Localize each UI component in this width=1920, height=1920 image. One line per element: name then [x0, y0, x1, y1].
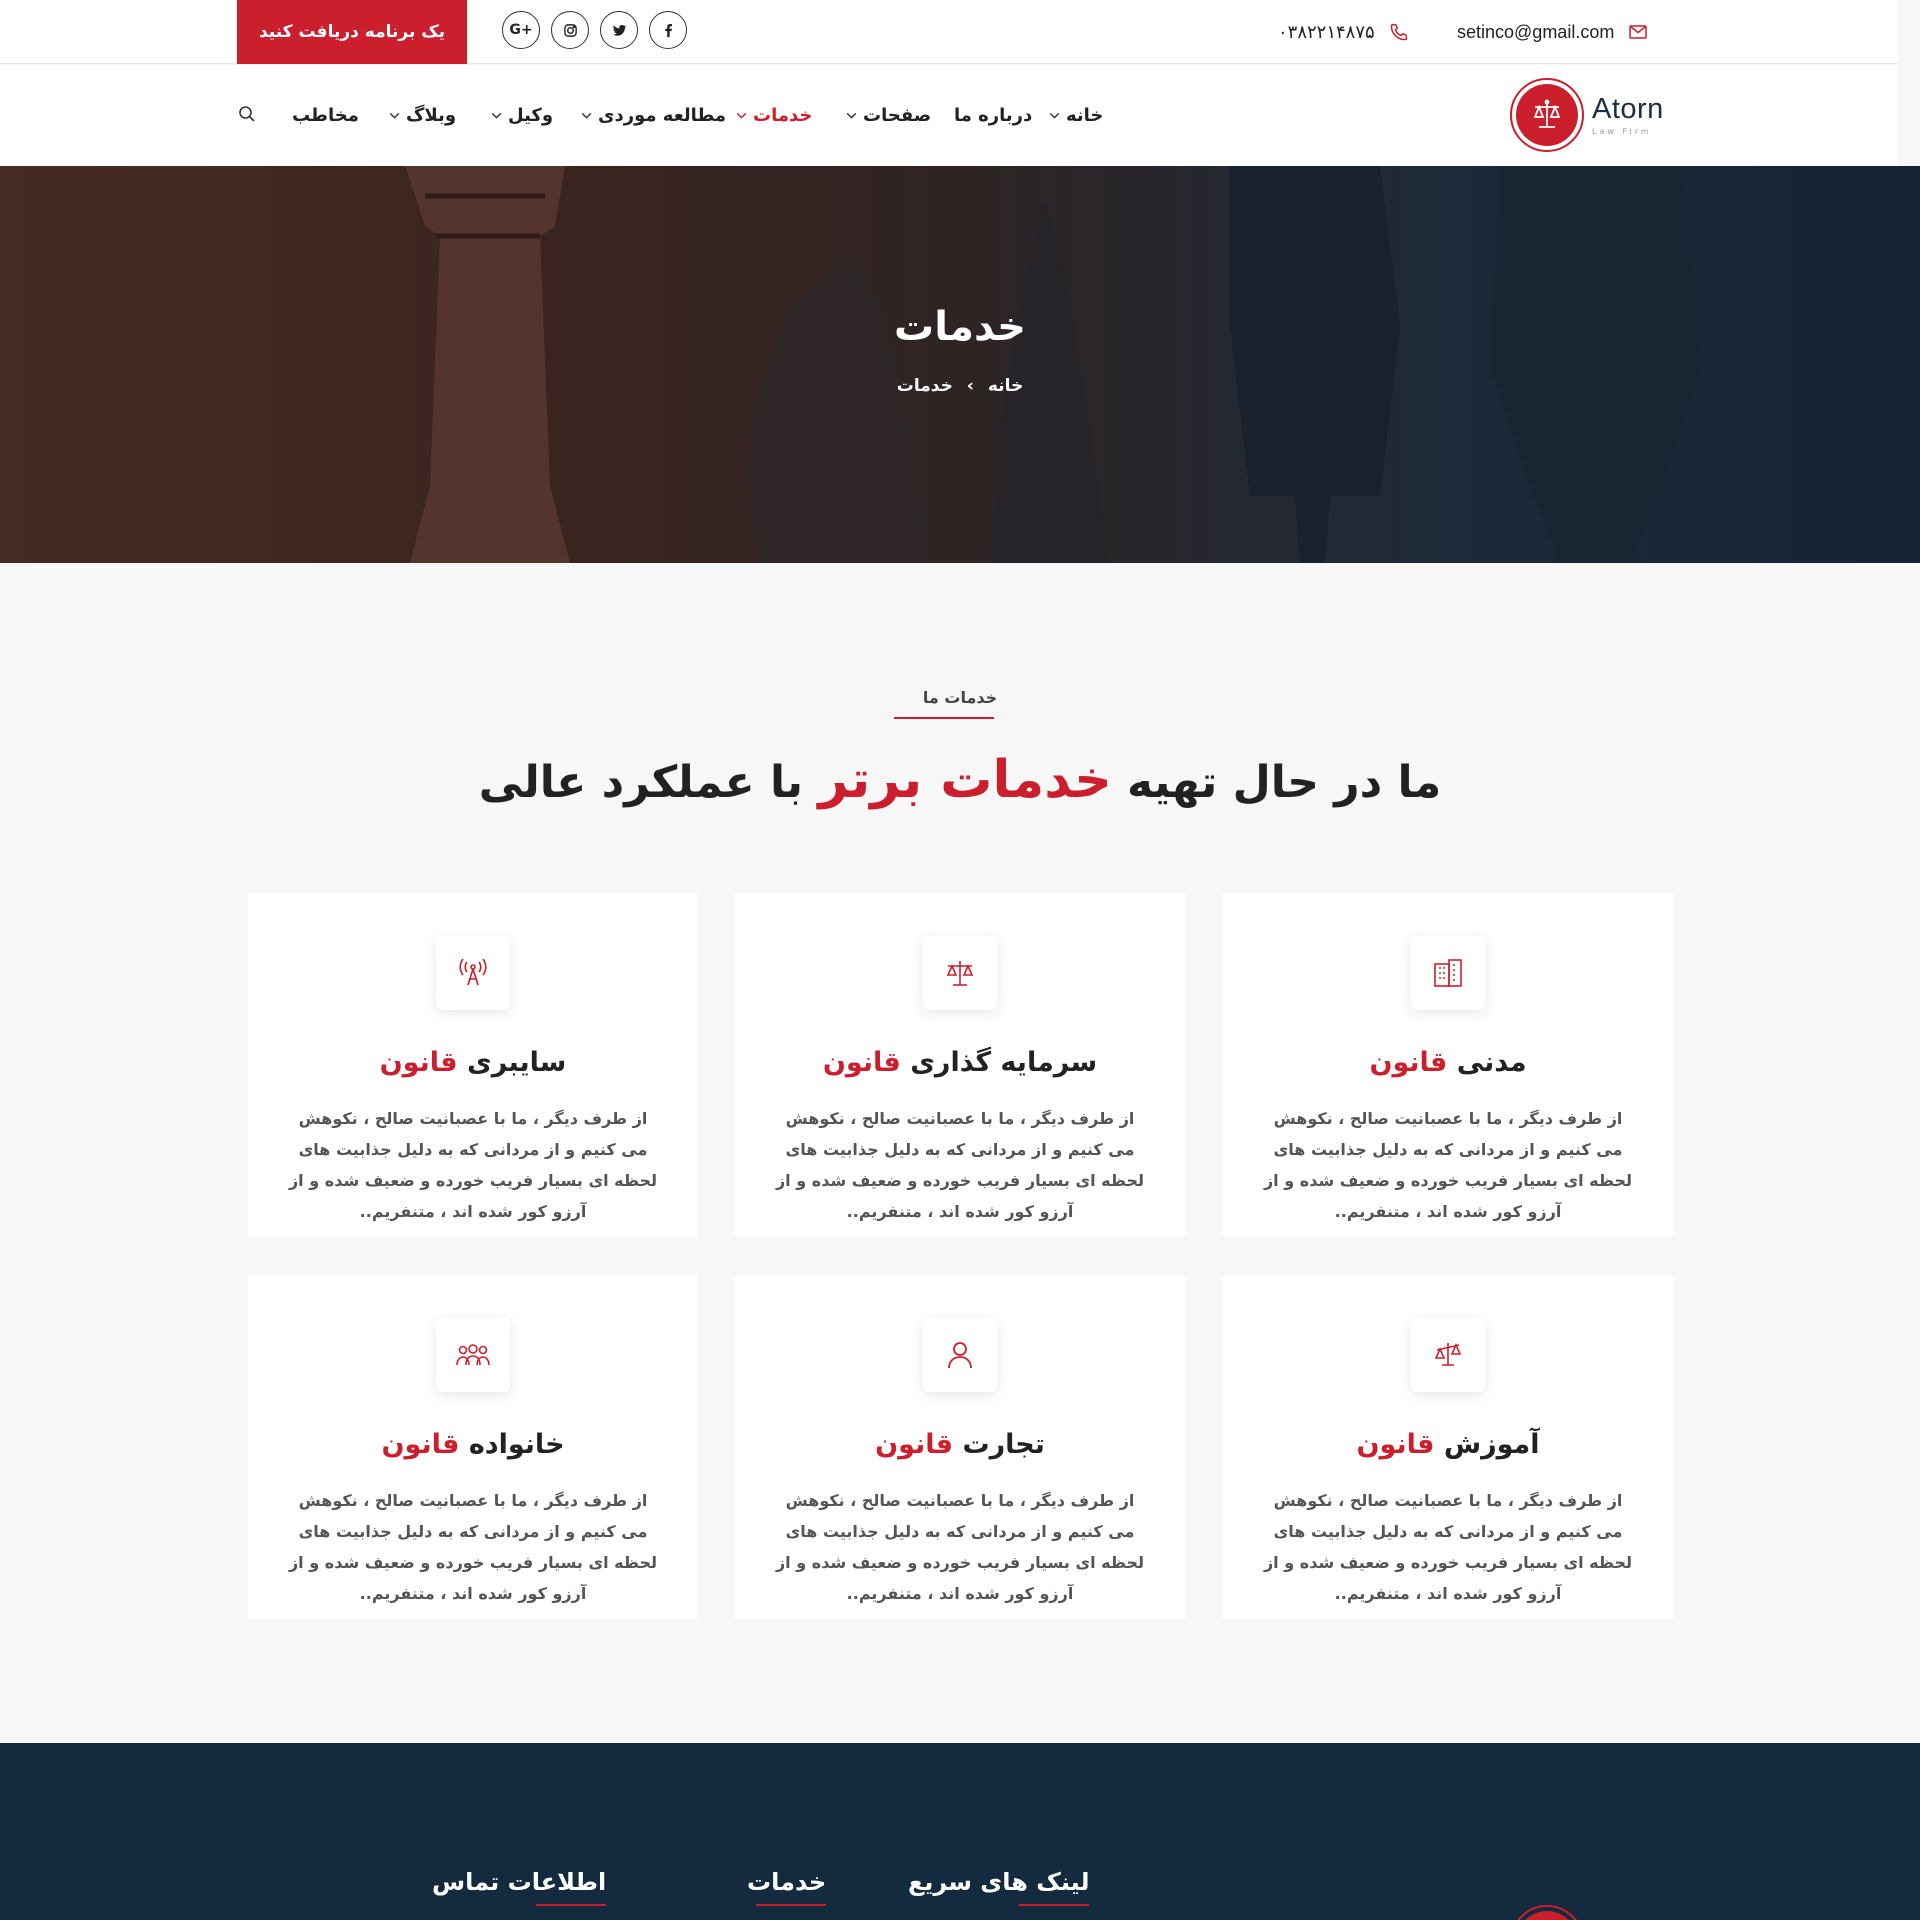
twitter-icon[interactable]	[600, 11, 638, 49]
top-bar: یک برنامه دریافت کنید G+ ۰۳۸۲۲۱۴۸۷۵ seti…	[0, 0, 1898, 64]
nav-item-home[interactable]: خانه	[1048, 65, 1103, 166]
service-title: خانواده قانون	[381, 1429, 565, 1460]
service-title: تجارت قانون	[875, 1429, 1045, 1460]
chevron-left-icon: ‹	[966, 376, 974, 396]
phone-icon	[1390, 23, 1407, 41]
service-card[interactable]: خانواده قانون از طرف دیگر ، ما با عصبانی…	[248, 1275, 698, 1619]
phone-contact[interactable]: ۰۳۸۲۲۱۴۸۷۵	[1278, 0, 1409, 64]
scales-logo-icon	[1510, 1905, 1584, 1920]
service-card[interactable]: سایبری قانون از طرف دیگر ، ما با عصبانیت…	[248, 893, 698, 1237]
service-description: از طرف دیگر ، ما با عصبانیت صالح ، نکوهش…	[775, 1109, 1145, 1221]
scales-tilted-icon	[1411, 1318, 1485, 1392]
nav-item-pages[interactable]: صفحات	[845, 65, 931, 166]
facebook-icon[interactable]	[649, 11, 687, 49]
service-title: سایبری قانون	[379, 1047, 567, 1078]
brand-tagline: Law Firm	[1592, 126, 1652, 136]
brand-name: Atorn	[1592, 92, 1664, 125]
nav-item-about[interactable]: درباره ما	[954, 65, 1032, 166]
footer-services-heading: خدمات	[747, 1868, 827, 1906]
social-links: G+	[502, 11, 687, 49]
nav-item-blog[interactable]: وبلاگ	[388, 65, 456, 166]
breadcrumb-home[interactable]: خانه	[988, 376, 1023, 396]
section-eyebrow: خدمات ما	[922, 688, 998, 707]
chevron-down-icon	[846, 112, 857, 119]
page-title: خدمات	[894, 304, 1026, 350]
person-icon	[923, 1318, 997, 1392]
antenna-icon	[436, 936, 510, 1010]
email-address: setinco@gmail.com	[1457, 21, 1615, 42]
footer-contact-heading: اطلاعات تماس	[432, 1868, 607, 1906]
chevron-down-icon	[491, 112, 502, 119]
service-description: از طرف دیگر ، ما با عصبانیت صالح ، نکوهش…	[288, 1109, 658, 1221]
breadcrumb: خدمات ‹ خانه	[0, 376, 1920, 396]
eyebrow-underline	[894, 717, 994, 719]
chevron-down-icon	[1049, 112, 1060, 119]
nav-item-case-study[interactable]: مطالعه موردی	[580, 65, 726, 166]
chevron-down-icon	[389, 112, 400, 119]
service-title: آموزش قانون	[1356, 1429, 1540, 1460]
phone-number: ۰۳۸۲۲۱۴۸۷۵	[1278, 21, 1375, 43]
section-title: ما در حال تهیه خدمات برتر با عملکرد عالی	[478, 750, 1442, 810]
scales-icon	[923, 936, 997, 1010]
email-contact[interactable]: setinco@gmail.com	[1457, 0, 1648, 64]
scales-logo-icon	[1510, 78, 1584, 152]
get-appointment-button[interactable]: یک برنامه دریافت کنید	[237, 0, 467, 64]
footer-quick-links-heading: لینک های سریع	[908, 1868, 1090, 1906]
nav-item-attorney[interactable]: وکیل	[490, 65, 553, 166]
google-plus-icon[interactable]: G+	[502, 11, 540, 49]
page-hero: خدمات خدمات ‹ خانه	[0, 166, 1920, 563]
nav-item-contact[interactable]: مخاطب	[292, 65, 359, 166]
service-title: سرمایه گذاری قانون	[822, 1047, 1098, 1078]
service-description: از طرف دیگر ، ما با عصبانیت صالح ، نکوهش…	[775, 1491, 1145, 1603]
instagram-icon[interactable]	[551, 11, 589, 49]
mail-icon	[1629, 25, 1648, 39]
service-card[interactable]: سرمایه گذاری قانون از طرف دیگر ، ما با ع…	[735, 893, 1185, 1237]
building-icon	[1411, 936, 1485, 1010]
service-title: مدنی قانون	[1369, 1047, 1527, 1078]
chevron-down-icon	[581, 112, 592, 119]
nav-item-services[interactable]: خدمات	[735, 65, 812, 166]
service-description: از طرف دیگر ، ما با عصبانیت صالح ، نکوهش…	[1263, 1109, 1633, 1221]
service-card[interactable]: تجارت قانون از طرف دیگر ، ما با عصبانیت …	[735, 1275, 1185, 1619]
family-icon	[436, 1318, 510, 1392]
chevron-down-icon	[736, 112, 747, 119]
service-description: از طرف دیگر ، ما با عصبانیت صالح ، نکوهش…	[1263, 1491, 1633, 1603]
footer-logo[interactable]: Atorn	[1510, 1905, 1664, 1920]
brand-logo[interactable]: Atorn Law Firm	[1510, 78, 1664, 152]
breadcrumb-current: خدمات	[896, 376, 953, 396]
main-navbar: مخاطب وبلاگ وکیل مطالعه موردی خدمات صفحا…	[0, 65, 1898, 166]
service-card[interactable]: مدنی قانون از طرف دیگر ، ما با عصبانیت ص…	[1223, 893, 1673, 1237]
site-footer: اطلاعات تماس خدمات لینک های سریع	[0, 1743, 1920, 1920]
search-icon[interactable]	[237, 104, 257, 124]
service-card[interactable]: آموزش قانون از طرف دیگر ، ما با عصبانیت …	[1223, 1275, 1673, 1619]
service-description: از طرف دیگر ، ما با عصبانیت صالح ، نکوهش…	[288, 1491, 658, 1603]
